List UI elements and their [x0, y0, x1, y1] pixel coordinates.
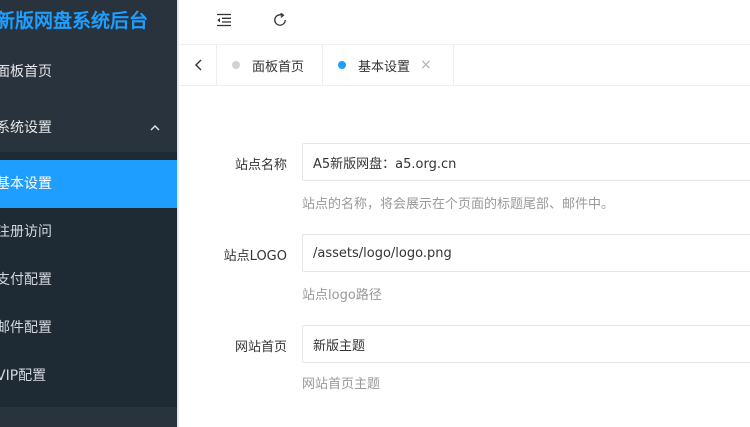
tab-dashboard[interactable]: 面板首页	[217, 45, 323, 85]
sidebar-item-label: 支付配置	[0, 272, 52, 288]
site-home-label: 网站首页	[234, 340, 287, 355]
sidebar-item-label: 基本设置	[0, 176, 52, 192]
tab-status-dot	[232, 61, 240, 69]
site-home-input[interactable]	[302, 325, 750, 363]
menu-item-dashboard[interactable]: 面板首页	[0, 48, 177, 96]
sidebar-item-basic-settings[interactable]: 基本设置	[0, 160, 177, 208]
site-name-label: 站点名称	[234, 158, 287, 173]
tab-status-dot	[338, 61, 346, 69]
site-home-hint: 网站首页主题	[302, 377, 381, 392]
submenu: 基本设置 注册访问 支付配置 邮件配置 VIP配置	[0, 152, 177, 407]
site-name-input[interactable]	[302, 143, 750, 181]
form-row-site-name: 站点名称 站点的名称，将会展示在个页面的标题尾部、邮件中。	[179, 143, 750, 213]
tab-label: 基本设置	[358, 59, 411, 75]
site-logo-label: 站点LOGO	[223, 249, 287, 264]
tab-basic-settings[interactable]: 基本设置 ×	[323, 45, 454, 85]
admin-app: 新版网盘系统后台 面板首页 系统设置 基本设置 注册访问 支付配置 邮件配置 V…	[0, 0, 750, 427]
sidebar-item-label: 邮件配置	[0, 320, 52, 336]
top-header	[179, 0, 750, 45]
site-logo-input[interactable]	[302, 234, 750, 272]
menu-group-system-settings[interactable]: 系统设置	[0, 104, 177, 152]
sidebar-item-payment-config[interactable]: 支付配置	[0, 256, 177, 304]
form-row-site-logo: 站点LOGO 站点logo路径	[179, 234, 750, 304]
sidebar-item-vip-config[interactable]: VIP配置	[0, 352, 177, 400]
chevron-up-icon	[150, 104, 160, 152]
sidebar-item-label: VIP配置	[0, 368, 47, 384]
chevron-left-icon[interactable]	[179, 45, 217, 85]
menu-item-label: 面板首页	[0, 64, 52, 80]
menu-group-label: 系统设置	[0, 120, 52, 136]
tab-close-icon[interactable]: ×	[420, 58, 432, 72]
tabs-bar: 面板首页 基本设置 ×	[179, 45, 750, 86]
form-row-site-home: 网站首页 网站首页主题	[179, 325, 750, 395]
sidebar-item-label: 注册访问	[0, 224, 52, 240]
sidebar-item-register-access[interactable]: 注册访问	[0, 208, 177, 256]
site-logo-hint: 站点logo路径	[302, 288, 382, 303]
site-name-hint: 站点的名称，将会展示在个页面的标题尾部、邮件中。	[302, 197, 615, 212]
indent-collapse-icon[interactable]	[208, 4, 240, 36]
sidebar-item-mail-config[interactable]: 邮件配置	[0, 304, 177, 352]
tab-label: 面板首页	[252, 59, 305, 75]
sidebar-footer-area	[0, 407, 177, 427]
sidebar: 新版网盘系统后台 面板首页 系统设置 基本设置 注册访问 支付配置 邮件配置 V…	[0, 0, 177, 427]
sidebar-logo: 新版网盘系统后台	[0, 10, 149, 32]
refresh-icon[interactable]	[264, 4, 296, 36]
